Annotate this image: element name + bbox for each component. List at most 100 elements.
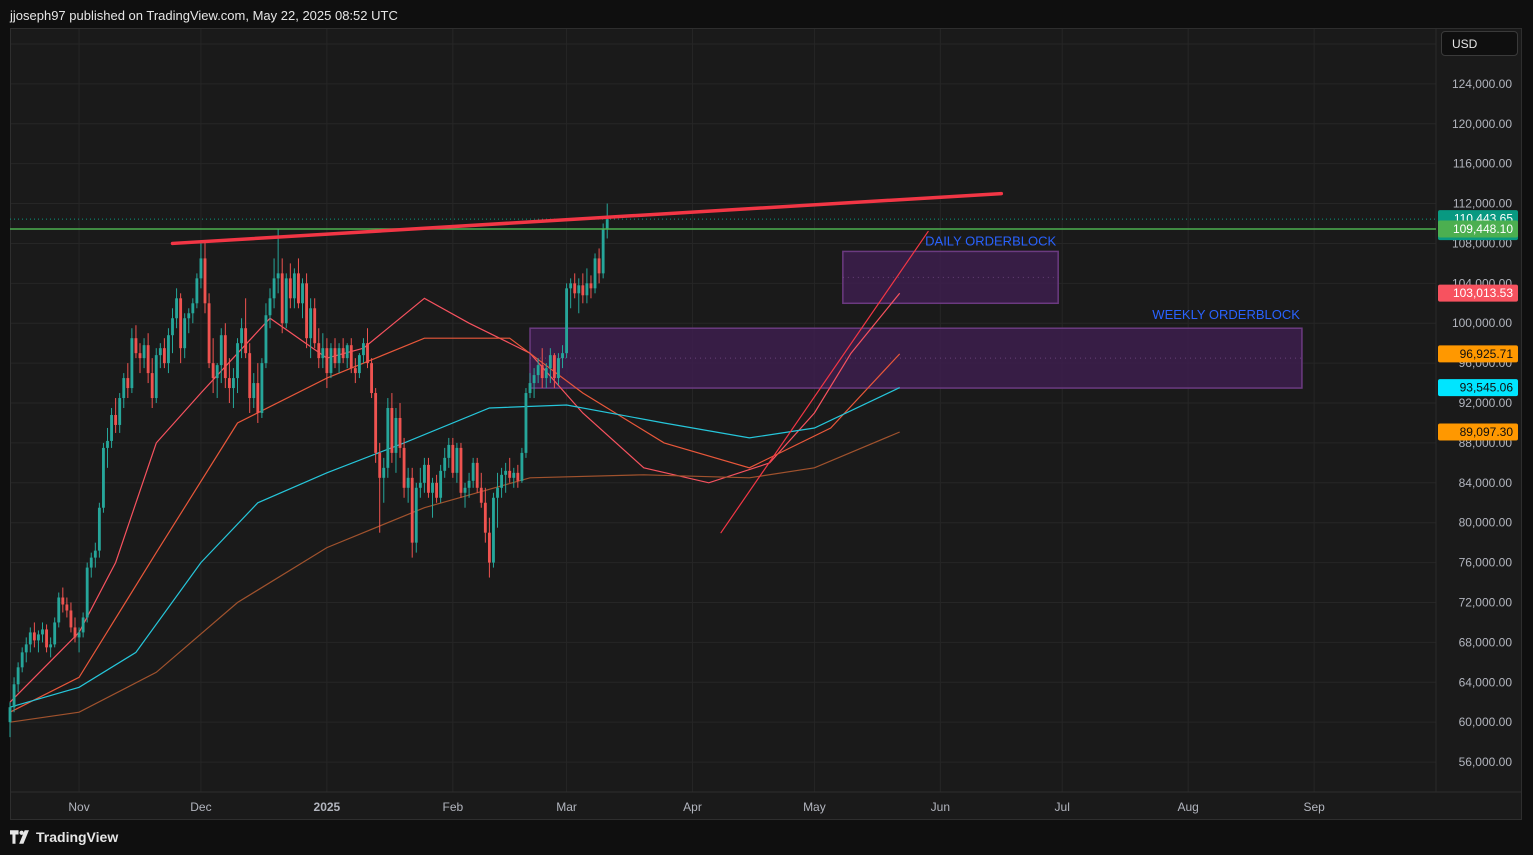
candle-body xyxy=(288,278,292,299)
candle-body xyxy=(410,477,414,543)
candle-body xyxy=(191,303,195,314)
candle-body xyxy=(374,393,378,453)
candle-body xyxy=(223,335,227,379)
candle-body xyxy=(53,622,57,645)
x-tick-label: Apr xyxy=(683,800,702,814)
candle-body xyxy=(45,629,48,648)
candle-body xyxy=(329,348,333,374)
candle-body xyxy=(565,288,569,354)
footer: TradingView xyxy=(0,820,1533,855)
y-tick-label: 80,000.00 xyxy=(1459,516,1513,530)
candle-body xyxy=(240,328,243,344)
candle-body xyxy=(138,353,142,359)
grid xyxy=(10,29,1521,793)
moving-average-3 xyxy=(9,387,900,708)
candle-body xyxy=(605,219,609,229)
y-tick-label: 56,000.00 xyxy=(1459,755,1513,769)
candle-body xyxy=(24,644,28,653)
candle-body xyxy=(337,348,341,364)
x-tick-label: 2025 xyxy=(314,800,341,814)
candle-body xyxy=(41,629,44,635)
candle-body xyxy=(32,632,36,641)
candle-body xyxy=(406,477,410,488)
candle-body xyxy=(418,482,422,488)
candle-body xyxy=(581,285,585,296)
moving-average-4 xyxy=(9,431,900,723)
candle-body xyxy=(199,258,203,279)
daily-orderblock-label: DAILY ORDERBLOCK xyxy=(925,233,1056,248)
price-axis[interactable]: 56,000.00 60,000.00 64,000.00 68,000.00 72,0… xyxy=(1452,37,1512,769)
candle-body xyxy=(443,457,447,471)
candle-body xyxy=(195,278,199,304)
candle-body xyxy=(171,318,174,336)
candle-body xyxy=(158,348,162,356)
x-tick-label: Aug xyxy=(1177,800,1198,814)
candle-body xyxy=(516,472,520,481)
candle-body xyxy=(301,283,304,304)
candle-body xyxy=(487,532,491,563)
x-tick-label: Dec xyxy=(190,800,211,814)
candle-body xyxy=(569,283,573,289)
y-tick-label: 116,000.00 xyxy=(1453,157,1512,171)
y-tick-label: 112,000.00 xyxy=(1453,197,1512,211)
candle-body xyxy=(12,684,16,708)
candle-body xyxy=(398,417,402,448)
candle-body xyxy=(362,343,365,356)
candle-body xyxy=(154,355,158,399)
candle-body xyxy=(479,487,483,503)
candle-body xyxy=(284,278,288,324)
candle-body xyxy=(504,470,508,475)
candle-body xyxy=(106,440,109,448)
candle-body xyxy=(321,348,325,359)
tradingview-brand[interactable]: TradingView xyxy=(10,829,118,845)
currency-button[interactable]: USD xyxy=(1441,31,1518,56)
candle-body xyxy=(28,632,32,645)
candle-body xyxy=(427,464,430,493)
candle-body xyxy=(219,335,223,366)
candle-body xyxy=(414,487,418,543)
candle-body xyxy=(252,383,256,399)
candle-body xyxy=(114,414,118,425)
y-tick-label: 72,000.00 xyxy=(1459,595,1513,609)
candle-body xyxy=(548,355,552,369)
candle-body xyxy=(37,634,40,641)
candle-body xyxy=(130,338,134,389)
candle-body xyxy=(89,557,93,568)
candle-body xyxy=(333,348,337,364)
candle-body xyxy=(232,378,235,389)
candle-body xyxy=(552,355,556,379)
time-axis[interactable]: Nov Dec 2025 Feb Mar Apr May Jun Jul Aug Sep xyxy=(68,800,1325,814)
candle-body xyxy=(341,348,345,359)
candle-body xyxy=(451,444,455,473)
candle-body xyxy=(463,487,467,493)
candle-body xyxy=(211,363,215,379)
candle-body xyxy=(280,273,284,324)
y-tick-label: 84,000.00 xyxy=(1459,476,1513,490)
candle-body xyxy=(85,567,89,618)
candle-body xyxy=(422,464,426,483)
candle-body xyxy=(557,358,560,379)
x-tick-label: Feb xyxy=(442,800,463,814)
candle-body xyxy=(126,378,130,389)
x-tick-label: May xyxy=(803,800,826,814)
candle-body xyxy=(49,644,53,648)
candle-body xyxy=(439,470,443,498)
candle-body xyxy=(317,343,321,359)
y-tick-label: 100,000.00 xyxy=(1452,316,1512,330)
candle-body xyxy=(447,444,451,458)
candle-body xyxy=(256,383,260,413)
candle-body xyxy=(183,318,187,349)
candle-body xyxy=(593,258,597,289)
candlestick-chart[interactable]: DAILY ORDERBLOCK WEEKLY ORDERBLOCK 56,000… xyxy=(0,0,1533,855)
candle-body xyxy=(305,283,308,339)
candle-body xyxy=(146,345,150,374)
candle-body xyxy=(215,365,219,379)
candle-body xyxy=(16,667,20,685)
candle-body xyxy=(544,368,548,379)
candle-body xyxy=(459,447,463,493)
candle-body xyxy=(597,258,601,274)
candle-body xyxy=(589,283,593,289)
resistance-trendline[interactable] xyxy=(170,191,1004,246)
candle-body xyxy=(512,472,516,478)
candle-body xyxy=(471,462,475,481)
